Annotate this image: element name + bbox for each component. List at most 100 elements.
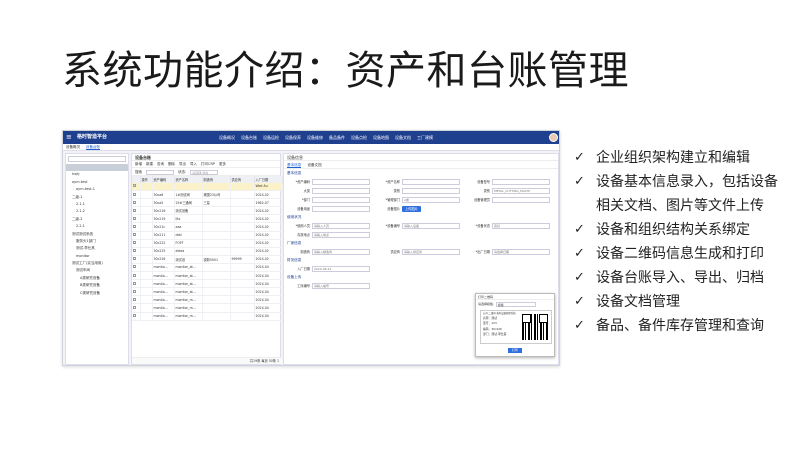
table-row[interactable]: monito... monitor_m... 2024-04 — [132, 295, 283, 305]
tree-node[interactable]: 2.1.2 — [66, 208, 128, 215]
nav-item[interactable]: 设备地图 — [373, 135, 389, 141]
table-cell — [132, 287, 141, 297]
field-label: *出厂日期 — [475, 250, 490, 254]
equip-no-input[interactable]: 请输入设备 — [402, 222, 460, 229]
tab-equip-docs[interactable]: 设备文档 — [307, 161, 321, 168]
toolbar-button[interactable]: 更多 — [219, 161, 226, 167]
table-cell: 2024-04 — [254, 287, 283, 297]
status-select[interactable]: 完好 — [492, 222, 550, 229]
toolbar-button[interactable]: 导入 — [190, 161, 197, 167]
table-row[interactable]: monito... monitor_at... 2024-04 — [132, 287, 283, 297]
toolbar-button[interactable]: 查询 — [157, 161, 164, 167]
menu-icon[interactable]: ≡ — [66, 134, 72, 141]
tree-node[interactable]: monitor — [66, 253, 128, 260]
purpose-select[interactable] — [312, 205, 370, 212]
toolbar-button[interactable]: 新增 — [135, 161, 142, 167]
tree-node[interactable]: 测试-李仕其 — [66, 245, 128, 252]
tree-node[interactable]: aym.test — [66, 179, 128, 186]
tab-basic-info[interactable]: 基本信息 — [287, 161, 302, 168]
storage-input[interactable]: 请输入地点 — [312, 231, 370, 238]
table-cell: 三星 — [202, 198, 231, 208]
tree-node[interactable]: 2.2.1 — [66, 223, 128, 230]
tree-node[interactable]: B类研究设备 — [66, 282, 128, 289]
table-row[interactable]: 30c216 测试设备 2024-02 — [132, 206, 283, 216]
toolbar-button[interactable]: 新建 — [146, 161, 153, 167]
table-row[interactable]: monito... monitor_m... 2024-04 — [132, 303, 283, 313]
tree-node[interactable]: C类研究设备 — [66, 290, 128, 297]
tree-node[interactable]: 服务头1部门 — [66, 238, 128, 245]
tree-node[interactable] — [66, 164, 128, 172]
user-input[interactable]: 请输入人员 — [312, 222, 370, 229]
tab-overview[interactable]: 设备概况 — [66, 144, 80, 150]
table-row[interactable]: monito... monitor_at... 2024-04 — [132, 263, 283, 273]
nav-item[interactable]: 设备维修 — [307, 135, 323, 141]
nav-item[interactable]: 备品备件 — [329, 135, 345, 141]
status-select[interactable]: 请选择:状态 — [190, 169, 219, 175]
nav-item[interactable]: 设备文档 — [395, 135, 411, 141]
category-value-select[interactable]: METAL_CUTTING_MACHI — [492, 187, 550, 194]
table-row[interactable]: 30c226 测试设 锐新5001 99999 2024-02 — [132, 255, 283, 264]
field-label: *部门 — [302, 198, 310, 202]
tree-node[interactable]: 测试车间 — [66, 267, 128, 274]
table-cell — [230, 263, 255, 273]
search-input[interactable] — [146, 169, 174, 175]
table-row[interactable]: monito... monitor_m... 2024-04 — [132, 312, 283, 321]
tree-search-input[interactable] — [68, 156, 126, 162]
toolbar-button[interactable]: 导出 — [179, 161, 186, 167]
nav-item[interactable]: 设备保养 — [285, 135, 301, 141]
factory-date-input[interactable]: 请选择日期 — [492, 248, 550, 255]
tree-node[interactable]: 二级-1 — [66, 194, 128, 201]
manager-dept-select[interactable]: A类 — [402, 196, 460, 203]
field-label: *资产编码 — [295, 180, 310, 184]
table-cell: 1#测试阀 — [174, 190, 203, 200]
table-row[interactable]: 30ca5 25#三通阀 三星 1982-07 — [132, 198, 283, 208]
table-row[interactable]: 30ca6 1#测试阀 美国23公司 2024-02 — [132, 190, 283, 200]
table-row[interactable]: 30c219 Ilts 2024-02 — [132, 214, 283, 224]
table-cell — [230, 231, 255, 240]
supplier-input[interactable]: 请输入供应商 — [402, 248, 460, 255]
check-icon: ✓ — [574, 294, 585, 309]
tree-node[interactable]: 2.1.1 — [66, 201, 128, 208]
table-cell: 2024-04 — [254, 303, 283, 313]
category-major-select[interactable] — [312, 187, 370, 194]
nav-item[interactable]: 设备点检 — [351, 135, 367, 141]
nav-item[interactable]: 工厂建模 — [417, 135, 433, 141]
table-row[interactable]: 30c222 FOFF 2024-02 — [132, 239, 283, 248]
category-select[interactable] — [402, 187, 460, 194]
toolbar-button[interactable]: 打印CRP — [201, 161, 215, 167]
nav-item[interactable]: 设备概况 — [219, 135, 235, 141]
tree-node[interactable]: 测试测试系统 — [66, 231, 128, 238]
dept-select[interactable] — [312, 196, 370, 203]
equip-manager-select[interactable] — [492, 196, 550, 203]
avatar[interactable] — [549, 133, 558, 142]
asset-name-input[interactable] — [402, 178, 460, 185]
print-button[interactable]: 打印 — [508, 348, 523, 353]
tree-node[interactable]: hqkj — [66, 171, 128, 178]
table-row[interactable]: Wed Au — [132, 182, 283, 192]
asset-code-input[interactable] — [312, 178, 370, 185]
tab-ledger[interactable]: 设备台账 — [86, 144, 100, 150]
tree-node[interactable]: 测试工厂(实当用用) — [66, 260, 128, 267]
table-cell — [140, 182, 153, 192]
table-row[interactable]: monito... monitor_at... 2024-04 — [132, 271, 283, 281]
table-row[interactable]: 30c21c aaa 2024-02 — [132, 222, 283, 232]
table-cell: 2024-04 — [254, 263, 283, 273]
maker-input[interactable]: 请输入制造商 — [312, 248, 370, 255]
upload-picture-button[interactable]: 上传图片 — [402, 205, 421, 212]
tree-node[interactable]: 二级-2 — [66, 216, 128, 223]
tree-node[interactable]: A类研究设备 — [66, 275, 128, 282]
grid-pagination[interactable]: 共19条 每页 50条 1 — [132, 357, 282, 364]
toolbar-button[interactable]: 删除 — [168, 161, 175, 167]
table-row[interactable]: monito... monitor_at... 2024-04 — [132, 279, 283, 289]
nav-item[interactable]: 设备台账 — [241, 135, 257, 141]
table-row[interactable]: 30c211 ddd 2024-02 — [132, 231, 283, 240]
template-select[interactable]: 模板 — [496, 302, 537, 307]
tree-node[interactable]: aym.test-1 — [66, 186, 128, 193]
template-label: 请选择模板: — [478, 302, 495, 306]
purchase-date-input[interactable]: 2024-06-21 — [312, 265, 370, 272]
workshop-input[interactable]: 请输入编号 — [312, 282, 370, 289]
model-input[interactable] — [492, 178, 550, 185]
slide-title: 系统功能介绍：资产和台账管理 — [62, 48, 629, 94]
table-row[interactable]: 30c225 eblea 2024-02 — [132, 247, 283, 256]
nav-item[interactable]: 设备运检 — [263, 135, 279, 141]
